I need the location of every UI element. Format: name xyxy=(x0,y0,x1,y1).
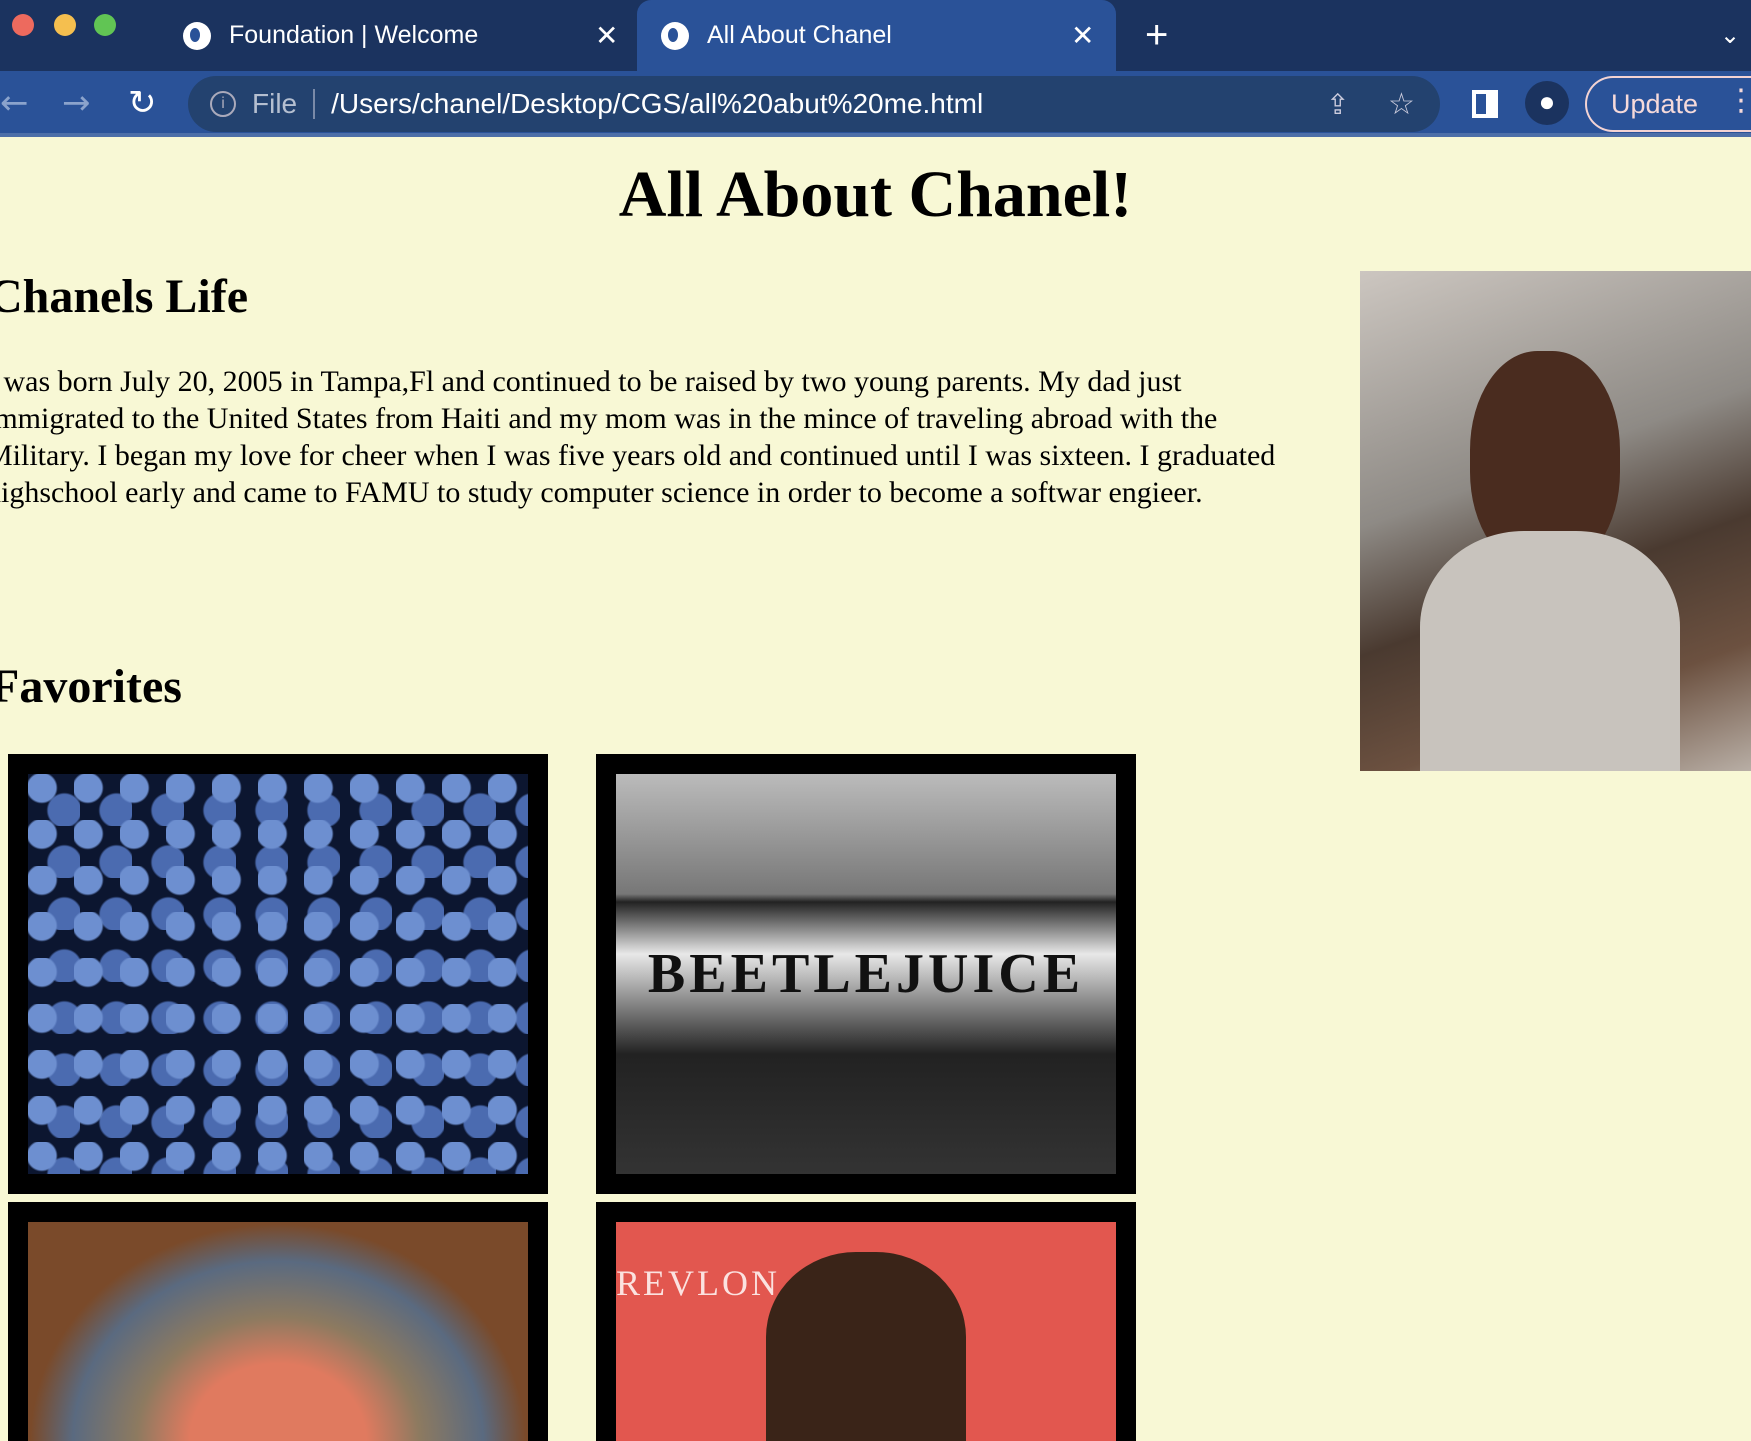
side-panel-icon[interactable] xyxy=(1472,90,1498,118)
tab-label: All About Chanel xyxy=(707,21,892,49)
close-tab-icon[interactable]: ✕ xyxy=(595,19,618,52)
tab-bar: Foundation | Welcome ✕ All About Chanel … xyxy=(0,0,1751,71)
page-title: All About Chanel! xyxy=(618,158,1133,231)
info-icon[interactable]: i xyxy=(210,91,236,117)
life-paragraph: I was born July 20, 2005 in Tampa,Fl and… xyxy=(0,365,1276,509)
tab-search-chevron-icon[interactable]: ⌄ xyxy=(1720,0,1740,71)
favorite-frame-revlon: REVLON xyxy=(596,1202,1136,1441)
forward-button[interactable]: → xyxy=(62,83,91,123)
reload-button[interactable]: ↻ xyxy=(128,83,157,123)
tab-all-about-chanel[interactable]: All About Chanel ✕ xyxy=(637,0,1116,71)
close-window-button[interactable] xyxy=(12,14,34,36)
tab-label: Foundation | Welcome xyxy=(229,21,479,49)
menu-icon[interactable]: ⋮ xyxy=(1726,83,1751,118)
backdrop-text: REVLON xyxy=(616,1263,780,1303)
blueberries-image xyxy=(28,774,528,1174)
scheme-label: File xyxy=(252,88,298,119)
favorite-frame-pasta xyxy=(8,1202,548,1441)
url-text[interactable]: /Users/chanel/Desktop/CGS/all%20abut%20m… xyxy=(331,88,983,120)
tab-foundation[interactable]: Foundation | Welcome ✕ xyxy=(183,0,636,71)
profile-avatar-icon[interactable]: ● xyxy=(1525,81,1569,125)
section-heading-favorites: Favorites xyxy=(0,660,182,713)
minimize-window-button[interactable] xyxy=(54,14,76,36)
favorite-frame-beetlejuice: BEETLEJUICE xyxy=(596,754,1136,1194)
back-button[interactable]: ← xyxy=(0,83,29,123)
close-tab-icon[interactable]: ✕ xyxy=(1071,19,1094,52)
favorite-frame-blueberries xyxy=(8,754,548,1194)
pasta-image xyxy=(28,1222,528,1441)
section-heading-life: Chanels Life xyxy=(0,270,249,323)
maximize-window-button[interactable] xyxy=(94,14,116,36)
divider xyxy=(313,89,316,119)
new-tab-button[interactable]: + xyxy=(1145,0,1168,71)
profile-photo xyxy=(1360,271,1751,771)
beetlejuice-image: BEETLEJUICE xyxy=(616,774,1116,1174)
globe-icon xyxy=(661,21,689,50)
share-icon[interactable]: ⇪ xyxy=(1326,88,1349,121)
bookmark-star-icon[interactable]: ☆ xyxy=(1388,87,1415,122)
address-bar[interactable]: i File /Users/chanel/Desktop/CGS/all%20a… xyxy=(188,76,1440,132)
toolbar: ← → ↻ i File /Users/chanel/Desktop/CGS/a… xyxy=(0,71,1751,137)
marquee-text: BEETLEJUICE xyxy=(647,943,1085,1005)
revlon-image: REVLON xyxy=(616,1222,1116,1441)
globe-icon xyxy=(183,21,211,50)
